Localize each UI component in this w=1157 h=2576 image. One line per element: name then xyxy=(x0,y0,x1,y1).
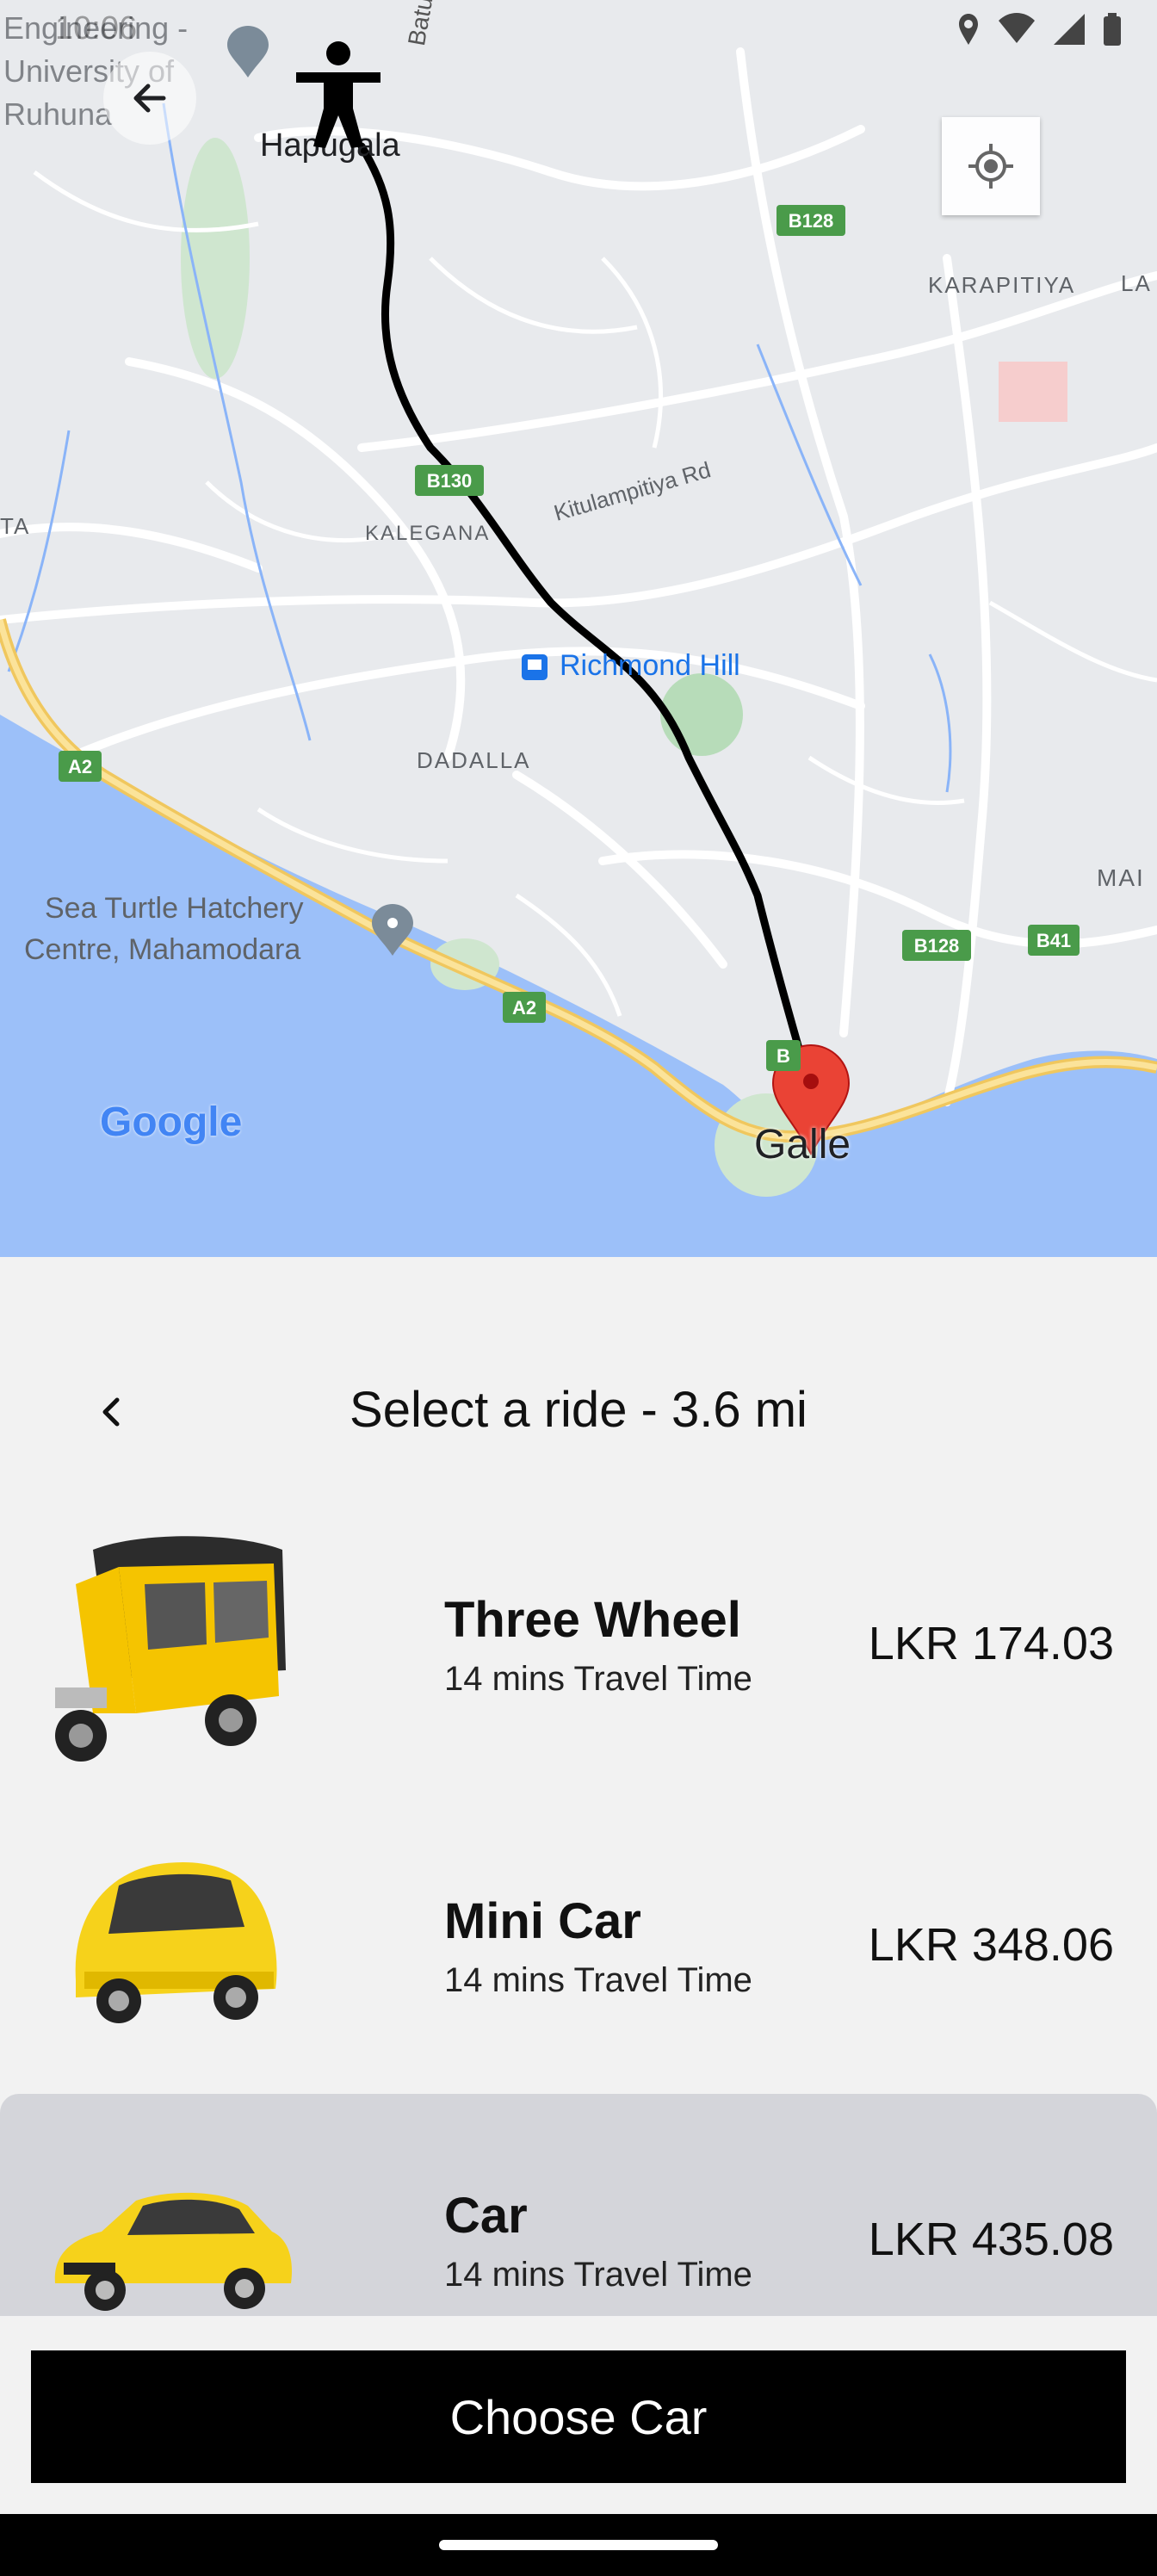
ride-travel-time: 14 mins Travel Time xyxy=(444,2256,752,2294)
map-label-seaturtle-1: Sea Turtle Hatchery xyxy=(45,892,304,925)
ride-price: LKR 348.06 xyxy=(868,1919,1114,1971)
crosshair-icon xyxy=(968,144,1013,189)
map-label-kalegana: KALEGANA xyxy=(365,522,491,545)
svg-text:A2: A2 xyxy=(68,756,92,777)
svg-text:B: B xyxy=(776,1045,790,1067)
panel-title: Select a ride - 3.6 mi xyxy=(350,1382,807,1438)
ride-name: Mini Car xyxy=(444,1893,641,1949)
ride-option-mini-car[interactable]: Mini Car 14 mins Travel Time LKR 348.06 xyxy=(0,1799,1157,2092)
ride-travel-time: 14 mins Travel Time xyxy=(444,1961,752,1999)
ride-name: Car xyxy=(444,2188,528,2244)
ride-price: LKR 435.08 xyxy=(868,2214,1114,2265)
map-label-richmond: Richmond Hill xyxy=(560,649,740,682)
ride-price: LKR 174.03 xyxy=(868,1618,1114,1669)
map-label-karapitiya: KARAPITIYA xyxy=(928,272,1076,298)
mini-car-image xyxy=(75,1861,277,2023)
my-location-button[interactable] xyxy=(942,117,1040,215)
choose-car-button[interactable]: Choose Car xyxy=(31,2350,1126,2483)
svg-text:B128: B128 xyxy=(789,210,834,232)
ride-option-three-wheel[interactable]: Three Wheel 14 mins Travel Time LKR 174.… xyxy=(0,1498,1157,1791)
wifi-icon xyxy=(999,13,1035,43)
battery-icon xyxy=(1104,13,1121,46)
svg-text:A2: A2 xyxy=(512,997,536,1019)
map-view[interactable]: B128 B130 A2 A2 B128 B41 B Engineering -… xyxy=(0,0,1157,1257)
svg-text:B41: B41 xyxy=(1036,930,1071,951)
map-label-la: LA xyxy=(1121,270,1152,296)
arrow-left-icon xyxy=(133,84,166,113)
map-label-ma: MAI xyxy=(1097,864,1145,891)
map-label-ta: TA xyxy=(0,513,31,539)
svg-text:B128: B128 xyxy=(914,935,960,957)
svg-text:B130: B130 xyxy=(427,470,473,492)
map-label-dadalla: DADALLA xyxy=(417,747,531,773)
map-label-seaturtle-2: Centre, Mahamodara xyxy=(24,933,301,966)
status-time: 10:06 xyxy=(55,10,138,46)
map-back-button[interactable] xyxy=(103,52,196,145)
status-bar: 10:06 xyxy=(0,0,1157,60)
status-icons xyxy=(956,12,1123,46)
ride-travel-time: 14 mins Travel Time xyxy=(444,1660,752,1698)
signal-icon xyxy=(1054,14,1085,45)
google-logo: Google xyxy=(100,1099,243,1145)
map-label-galle: Galle xyxy=(754,1122,851,1167)
ride-name: Three Wheel xyxy=(444,1592,741,1648)
three-wheel-image xyxy=(55,1536,286,1762)
origin-person-icon xyxy=(291,40,386,156)
home-gesture-handle[interactable] xyxy=(439,2540,718,2550)
location-status-icon xyxy=(959,14,978,45)
